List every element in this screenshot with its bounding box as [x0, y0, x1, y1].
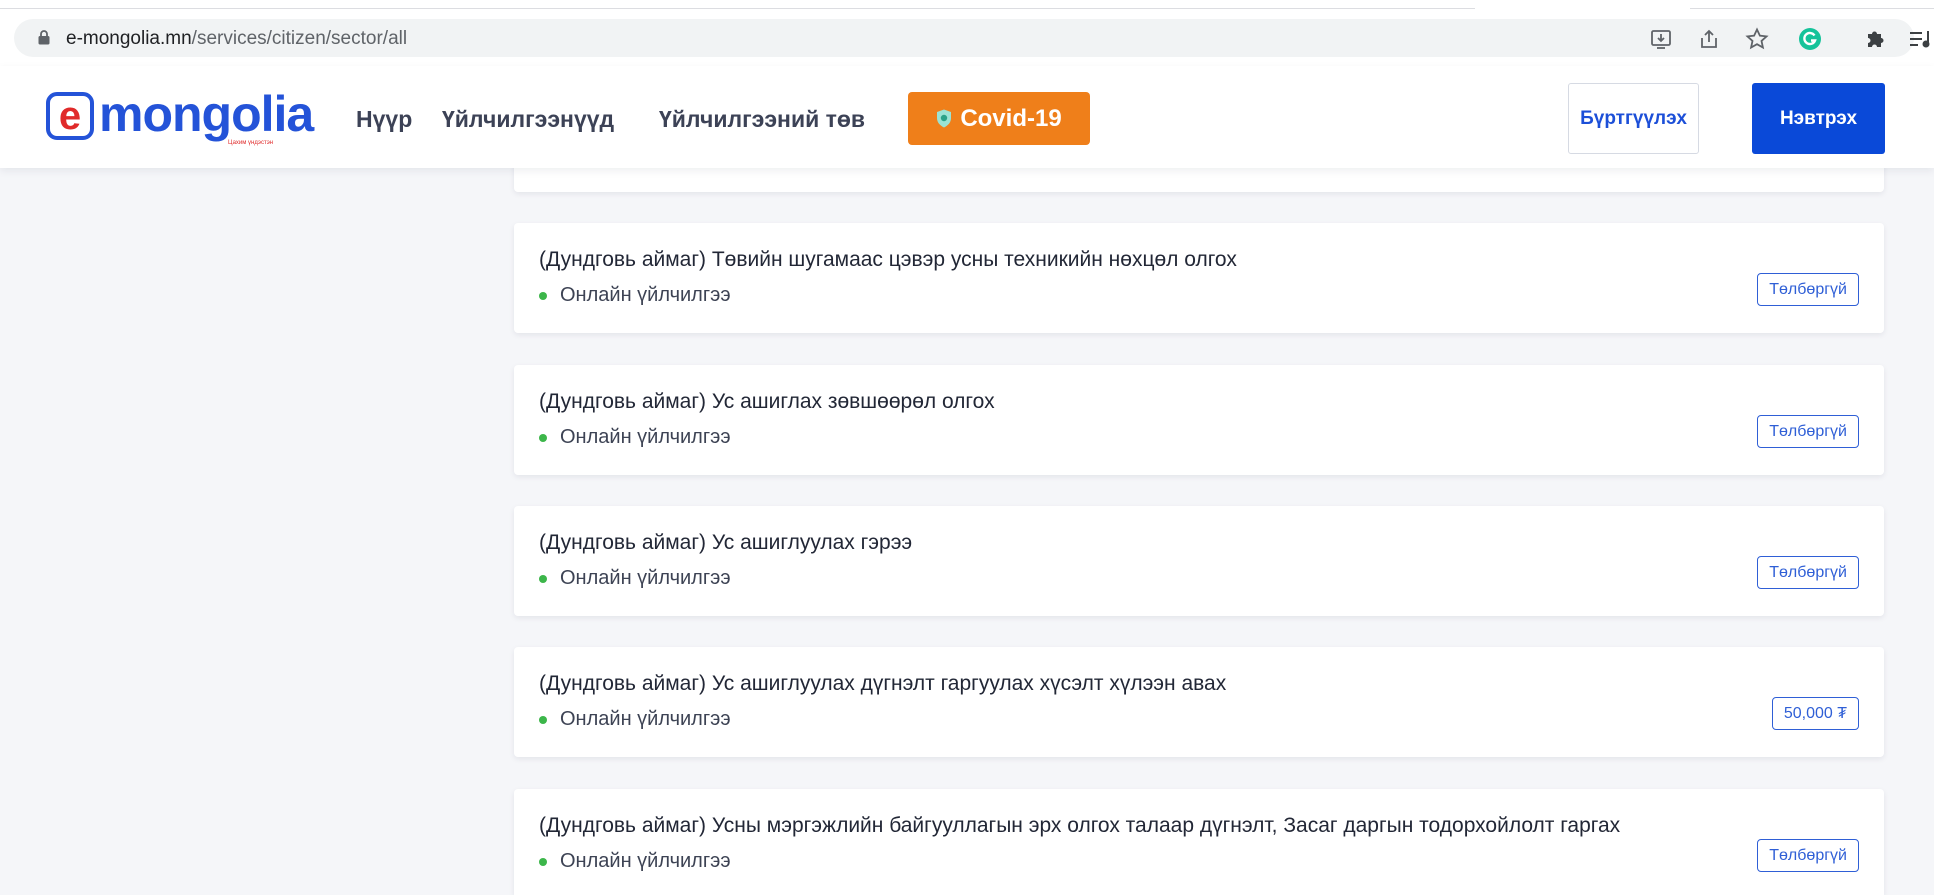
tab-strip-divider [1690, 8, 1934, 9]
logo-tagline: Цахим үндэстэн [228, 140, 274, 146]
service-card[interactable]: (Дундговь аймаг) Ус ашиглуулах дүгнэлт г… [514, 647, 1884, 757]
service-title[interactable]: (Дундговь аймаг) Ус ашиглуулах гэрээ [539, 531, 912, 555]
logo-wordmark: mongolia [99, 86, 314, 142]
login-button[interactable]: Нэвтрэх [1752, 83, 1885, 154]
extensions-puzzle-icon[interactable] [1862, 26, 1888, 52]
service-card[interactable]: (Дундговь аймаг) Ус ашиглуулах гэрээ Онл… [514, 506, 1884, 616]
service-title[interactable]: (Дундговь аймаг) Усны мэргэжлийн байгуул… [539, 814, 1620, 838]
price-badge: Төлбөргүй [1757, 839, 1859, 872]
price-badge: Төлбөргүй [1757, 273, 1859, 306]
reading-list-icon[interactable] [1908, 26, 1934, 52]
service-card[interactable]: (Дундговь аймаг) Ус ашиглах зөвшөөрөл ол… [514, 365, 1884, 475]
url-path: /services/citizen/sector/all [191, 28, 408, 49]
service-type: Онлайн үйлчилгээ [539, 567, 731, 590]
service-title[interactable]: (Дундговь аймаг) Ус ашиглуулах дүгнэлт г… [539, 672, 1226, 696]
service-title[interactable]: (Дундговь аймаг) Ус ашиглах зөвшөөрөл ол… [539, 390, 995, 414]
lock-icon[interactable] [38, 30, 50, 45]
price-badge: Төлбөргүй [1757, 415, 1859, 448]
shield-icon [937, 109, 952, 128]
register-button[interactable]: Бүртгүүлэх [1568, 83, 1699, 154]
covid-19-label: Covid-19 [960, 104, 1062, 132]
address-bar[interactable]: e-mongolia.mn/services/citizen/sector/al… [14, 19, 1914, 57]
logo-e-mark: e [46, 92, 94, 140]
price-badge: 50,000 ₮ [1771, 697, 1859, 730]
online-status-dot [539, 574, 547, 583]
nav-home[interactable]: Нүүр [356, 106, 412, 133]
grammarly-extension-icon[interactable] [1797, 26, 1823, 52]
tab-strip-divider [0, 8, 1475, 9]
e-mongolia-logo[interactable]: e mongolia Цахим үндэстэн [46, 86, 314, 150]
service-type-label: Онлайн үйлчилгээ [560, 567, 731, 589]
price-badge: Төлбөргүй [1757, 556, 1859, 589]
nav-services[interactable]: Үйлчилгээнүүд [442, 106, 614, 133]
service-type-label: Онлайн үйлчилгээ [560, 708, 731, 730]
service-type-label: Онлайн үйлчилгээ [560, 284, 731, 306]
online-status-dot [539, 857, 547, 866]
site-header: e mongolia Цахим үндэстэн Нүүр Үйлчилгээ… [0, 66, 1934, 168]
online-status-dot [539, 715, 547, 724]
online-status-dot [539, 433, 547, 442]
online-status-dot [539, 291, 547, 300]
browser-toolbar: e-mongolia.mn/services/citizen/sector/al… [0, 0, 1934, 67]
service-title[interactable]: (Дундговь аймаг) Төвийн шугамаас цэвэр у… [539, 248, 1237, 272]
service-type-label: Онлайн үйлчилгээ [560, 426, 731, 448]
nav-service-center[interactable]: Үйлчилгээний төв [659, 106, 865, 133]
share-icon[interactable] [1696, 26, 1722, 52]
service-type: Онлайн үйлчилгээ [539, 426, 731, 449]
install-app-icon[interactable] [1648, 26, 1674, 52]
service-type: Онлайн үйлчилгээ [539, 850, 731, 873]
service-card[interactable]: (Дундговь аймаг) Усны мэргэжлийн байгуул… [514, 789, 1884, 895]
service-card[interactable]: (Дундговь аймаг) Төвийн шугамаас цэвэр у… [514, 223, 1884, 333]
service-type: Онлайн үйлчилгээ [539, 708, 731, 731]
service-type: Онлайн үйлчилгээ [539, 284, 731, 307]
url-text[interactable]: e-mongolia.mn/services/citizen/sector/al… [66, 28, 407, 50]
url-host: e-mongolia.mn [66, 28, 192, 49]
service-type-label: Онлайн үйлчилгээ [560, 850, 731, 872]
bookmark-star-icon[interactable] [1744, 26, 1770, 52]
covid-19-button[interactable]: Covid-19 [908, 92, 1090, 145]
